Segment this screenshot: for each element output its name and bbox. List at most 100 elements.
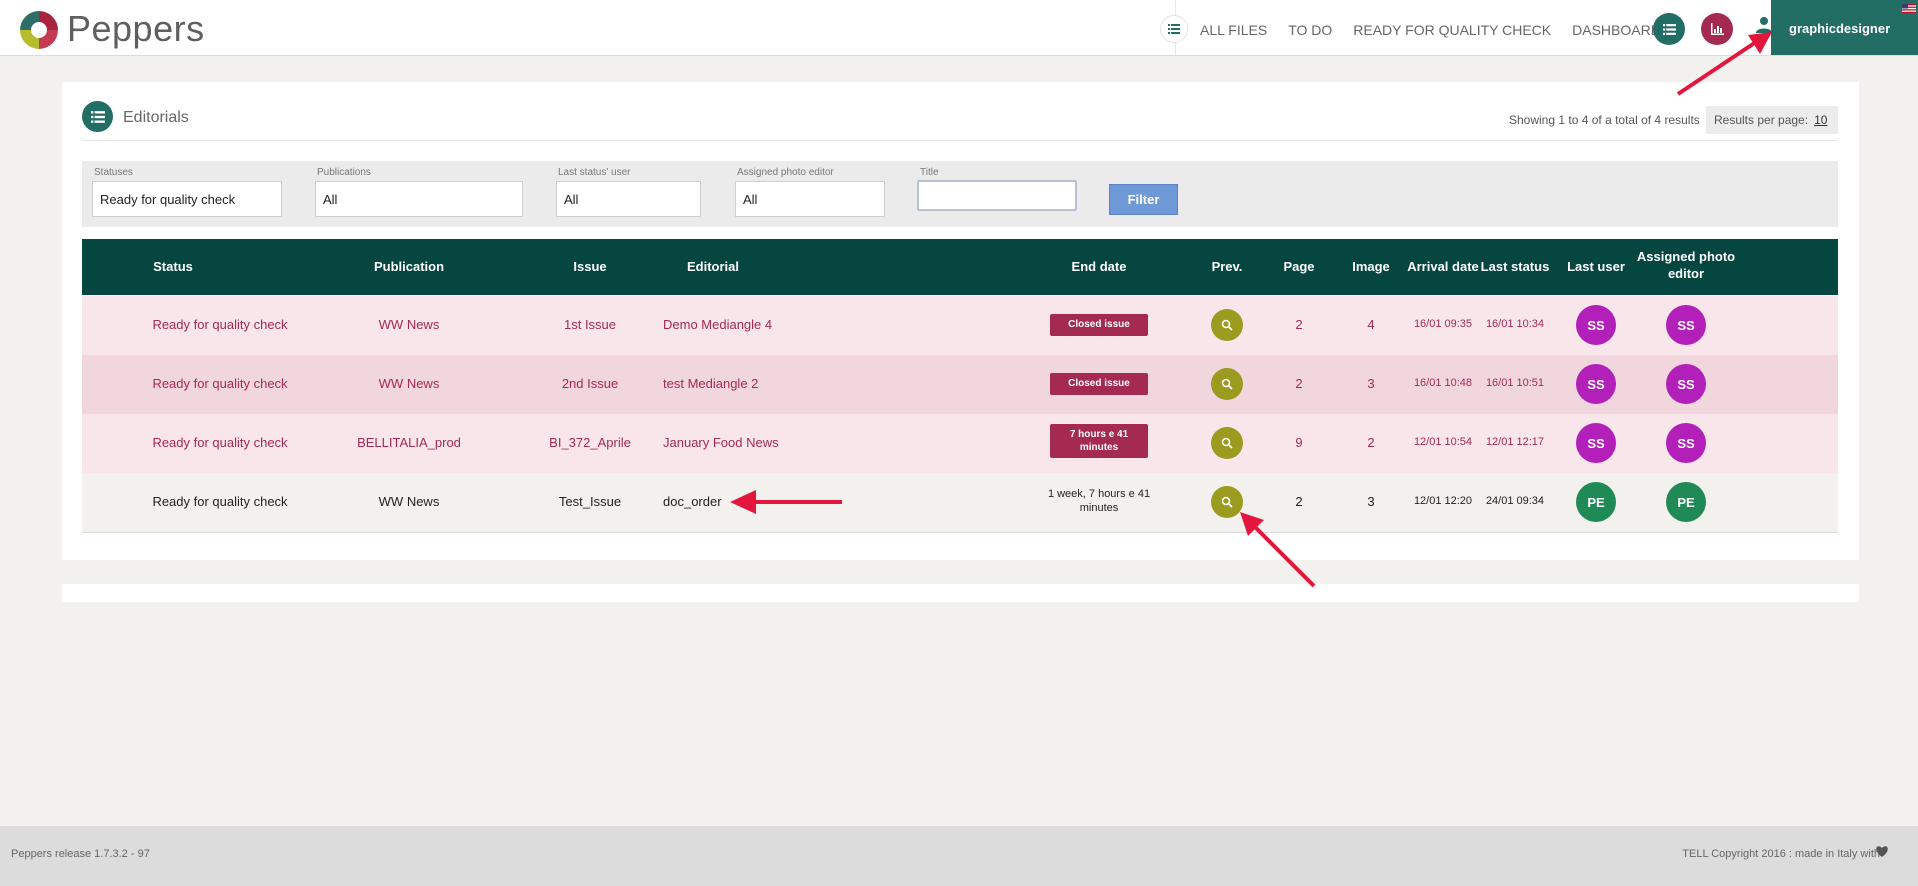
statuses-label: Statuses	[94, 167, 133, 178]
end-date-badge: 7 hours e 41 minutes	[1050, 424, 1148, 458]
main-nav: ALL FILES TO DO READY FOR QUALITY CHECK …	[1200, 22, 1661, 38]
flag-icon[interactable]	[1902, 4, 1916, 13]
row-last-status: 12/01 12:17	[1485, 436, 1545, 448]
panel-divider	[82, 140, 1838, 141]
row-editorial[interactable]: January Food News	[663, 435, 779, 450]
table-row[interactable]: Ready for quality check BELLITALIA_prod …	[82, 414, 1838, 474]
table-row[interactable]: Ready for quality check WW News Test_Iss…	[82, 473, 1838, 533]
row-issue: 1st Issue	[563, 317, 617, 332]
results-per-page: Results per page: 10	[1706, 106, 1838, 134]
search-icon	[1221, 319, 1233, 331]
secondary-panel	[62, 584, 1859, 602]
col-last-user[interactable]: Last user	[1567, 258, 1625, 275]
preview-button[interactable]	[1211, 309, 1243, 341]
publications-label: Publications	[317, 167, 371, 178]
col-issue[interactable]: Issue	[573, 258, 606, 275]
row-editorial[interactable]: test Mediangle 2	[663, 376, 758, 391]
col-prev: Prev.	[1211, 259, 1243, 274]
nav-all-files[interactable]: ALL FILES	[1200, 22, 1267, 38]
annotation-arrow-user	[1676, 32, 1772, 96]
table-row[interactable]: Ready for quality check WW News 1st Issu…	[82, 296, 1838, 356]
brand-name: Peppers	[67, 8, 205, 49]
assigned-photo-editor-label: Assigned photo editor	[737, 167, 834, 178]
row-last-status: 24/01 09:34	[1485, 495, 1545, 507]
search-icon	[1221, 437, 1233, 449]
row-image: 3	[1367, 376, 1375, 391]
col-last-status[interactable]: Last status	[1481, 258, 1550, 275]
avatar-assigned-photo-editor[interactable]: SS	[1666, 305, 1706, 345]
preview-button[interactable]	[1211, 427, 1243, 459]
row-image: 2	[1367, 435, 1375, 450]
last-status-user-select[interactable]: All	[556, 181, 701, 217]
row-status: Ready for quality check	[152, 376, 288, 391]
row-arrival-date: 16/01 10:48	[1413, 377, 1473, 389]
avatar-last-user[interactable]: SS	[1576, 305, 1616, 345]
row-page: 2	[1295, 494, 1303, 509]
row-last-status: 16/01 10:51	[1485, 377, 1545, 389]
avatar-assigned-photo-editor[interactable]: SS	[1666, 364, 1706, 404]
footer	[0, 826, 1918, 886]
avatar-last-user[interactable]: SS	[1576, 423, 1616, 463]
results-per-page-label: Results per page:	[1714, 113, 1809, 127]
row-editorial[interactable]: doc_order	[663, 494, 722, 509]
nav-to-do[interactable]: TO DO	[1288, 22, 1332, 38]
nav-ready-for-quality-check[interactable]: READY FOR QUALITY CHECK	[1353, 22, 1551, 38]
row-page: 2	[1295, 376, 1303, 391]
search-icon	[1221, 378, 1233, 390]
col-end-date[interactable]: End date	[1072, 258, 1127, 275]
row-arrival-date: 12/01 10:54	[1413, 436, 1473, 448]
col-page[interactable]: Page	[1283, 258, 1314, 275]
row-issue: Test_Issue	[558, 494, 622, 509]
row-last-status: 16/01 10:34	[1485, 318, 1545, 330]
row-page: 9	[1295, 435, 1303, 450]
list-icon	[1168, 24, 1180, 34]
row-status: Ready for quality check	[152, 494, 288, 509]
col-image[interactable]: Image	[1352, 258, 1390, 275]
statuses-select[interactable]: Ready for quality check	[92, 181, 282, 217]
panel-title: Editorials	[123, 109, 189, 126]
publications-select[interactable]: All	[315, 181, 523, 217]
avatar-assigned-photo-editor[interactable]: SS	[1666, 423, 1706, 463]
nav-list-toggle[interactable]	[1160, 15, 1188, 43]
avatar-last-user[interactable]: PE	[1576, 482, 1616, 522]
annotation-arrow-editorial	[730, 490, 842, 514]
table-header: Status Publication Issue Editorial End d…	[82, 239, 1838, 295]
nav-dashboard[interactable]: DASHBOARD	[1572, 22, 1661, 38]
row-publication: BELLITALIA_prod	[357, 435, 461, 450]
row-publication: WW News	[378, 317, 440, 332]
col-publication[interactable]: Publication	[374, 258, 444, 275]
col-assigned-photo-editor[interactable]: Assigned photo editor	[1626, 248, 1746, 282]
assigned-photo-editor-select[interactable]: All	[735, 181, 885, 217]
results-per-page-value[interactable]: 10	[1814, 113, 1827, 127]
table-row[interactable]: Ready for quality check WW News 2nd Issu…	[82, 355, 1838, 415]
row-publication: WW News	[378, 494, 440, 509]
heart-icon	[1876, 846, 1888, 857]
row-status: Ready for quality check	[152, 317, 288, 332]
list-icon	[90, 110, 105, 123]
row-status: Ready for quality check	[152, 435, 288, 450]
avatar-assigned-photo-editor[interactable]: PE	[1666, 482, 1706, 522]
editorials-icon	[82, 101, 113, 132]
title-label: Title	[920, 167, 939, 178]
avatar-last-user[interactable]: SS	[1576, 364, 1616, 404]
search-icon	[1221, 496, 1233, 508]
col-status[interactable]: Status	[153, 258, 193, 275]
copyright: TELL Copyright 2016 : made in Italy with	[1682, 848, 1880, 860]
row-image: 4	[1367, 317, 1375, 332]
col-arrival-date[interactable]: Arrival date	[1407, 258, 1479, 275]
filter-button[interactable]: Filter	[1109, 184, 1178, 215]
row-image: 3	[1367, 494, 1375, 509]
last-status-user-label: Last status' user	[558, 167, 631, 178]
row-publication: WW News	[378, 376, 440, 391]
col-editorial[interactable]: Editorial	[687, 258, 739, 275]
row-issue: 2nd Issue	[561, 376, 619, 391]
row-editorial[interactable]: Demo Mediangle 4	[663, 317, 772, 332]
row-arrival-date: 12/01 12:20	[1413, 495, 1473, 507]
top-header: Peppers ALL FILES TO DO READY FOR QUALIT…	[0, 0, 1918, 56]
peppers-logo[interactable]	[18, 9, 60, 51]
user-name[interactable]: graphicdesigner	[1789, 21, 1890, 36]
row-page: 2	[1295, 317, 1303, 332]
row-issue: BI_372_Aprile	[549, 435, 631, 450]
title-input[interactable]	[917, 180, 1077, 211]
preview-button[interactable]	[1211, 368, 1243, 400]
